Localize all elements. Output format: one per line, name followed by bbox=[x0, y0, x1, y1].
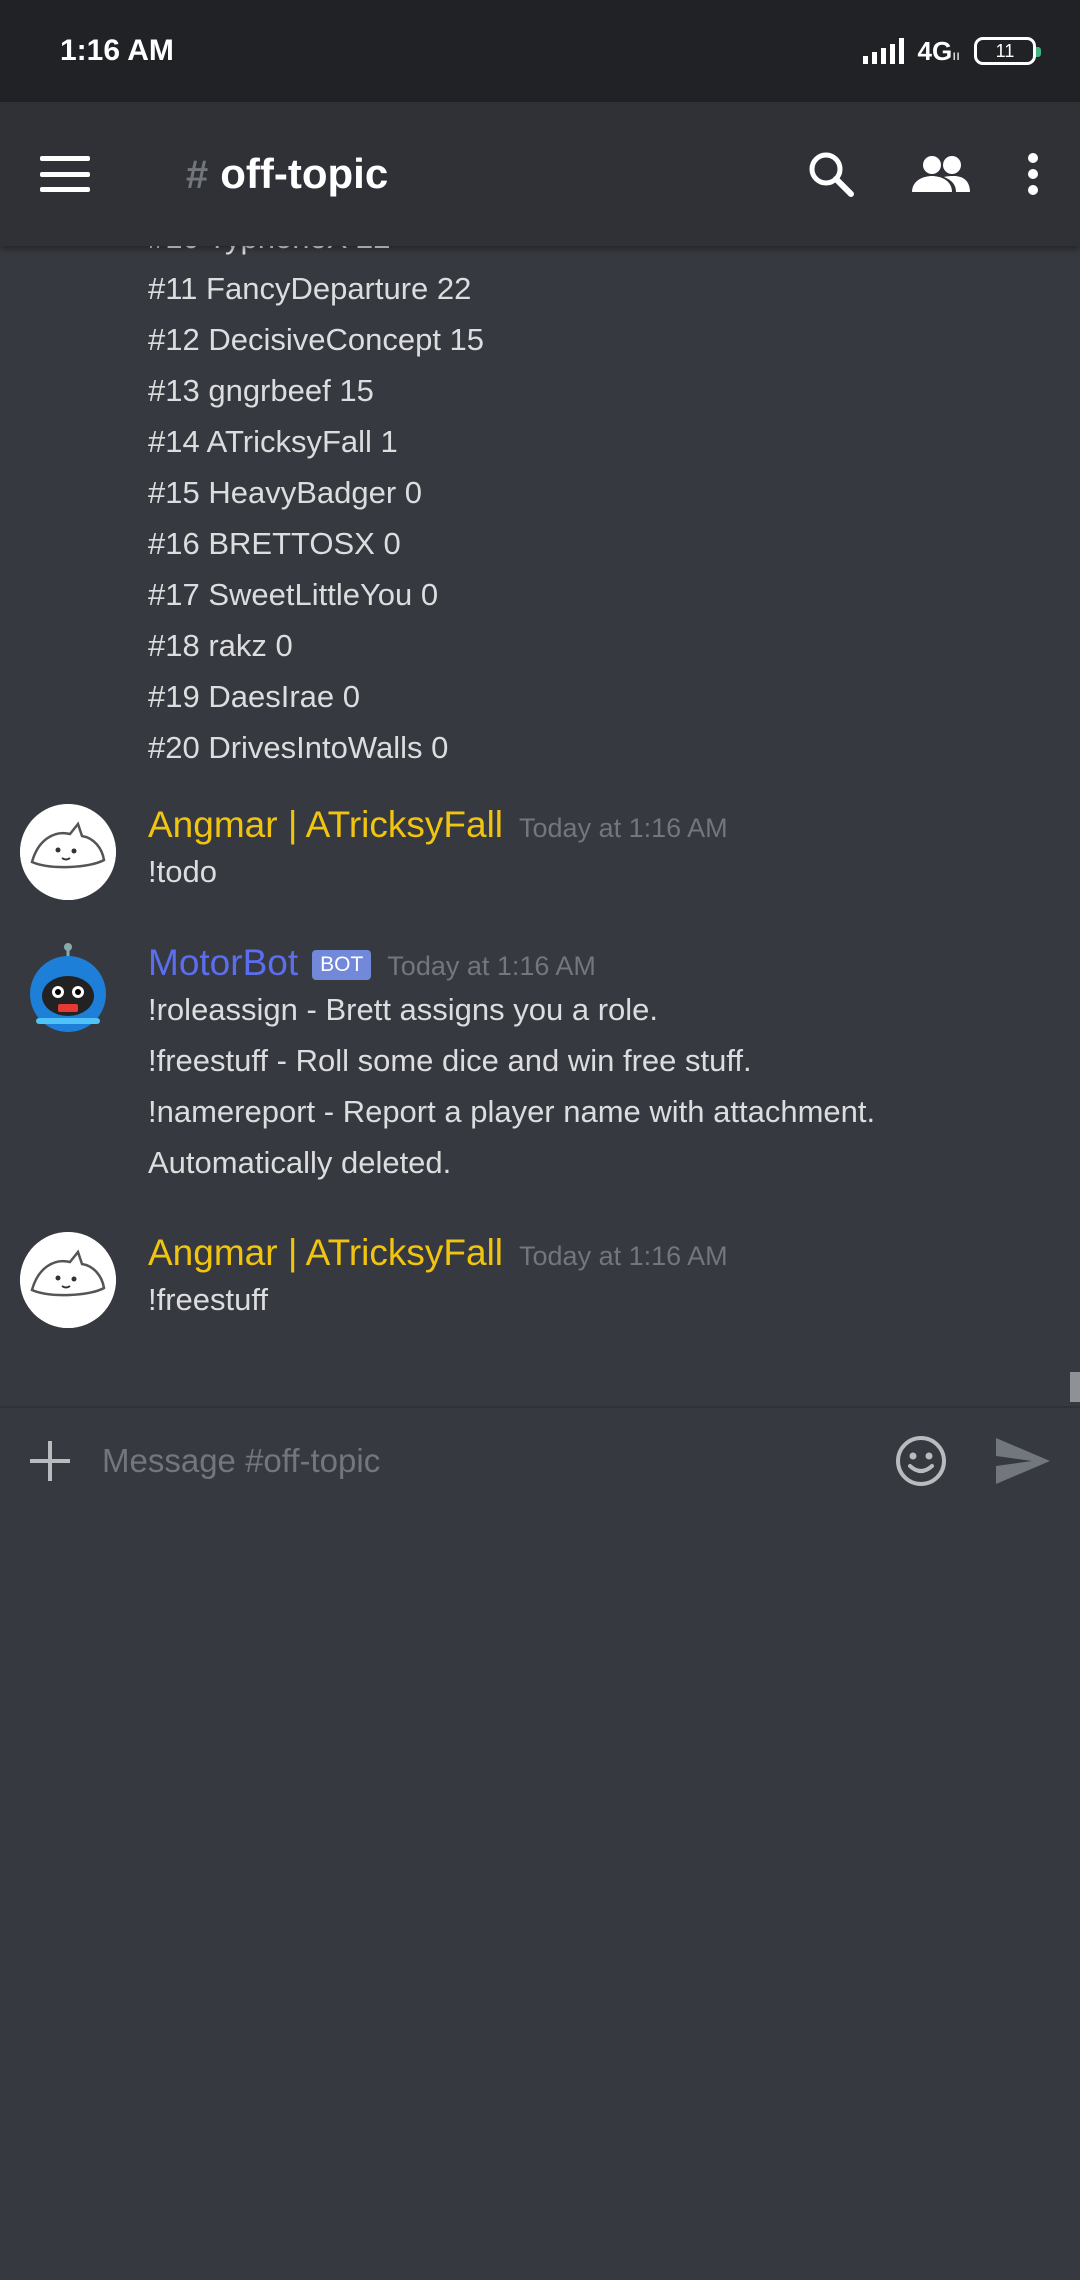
message-composer bbox=[0, 1406, 1080, 1514]
status-indicators: 4Gıı 11 bbox=[862, 35, 1041, 67]
channel-name: off-topic bbox=[220, 150, 389, 197]
channel-header: # off-topic bbox=[0, 102, 1080, 246]
status-time: 1:16 AM bbox=[60, 34, 174, 67]
hamburger-menu-icon[interactable] bbox=[40, 156, 90, 192]
channel-title: # off-topic bbox=[186, 150, 388, 198]
message-text: !roleassign - Brett assigns you a role. bbox=[148, 992, 659, 1027]
message-text: !freestuff bbox=[148, 1282, 269, 1317]
message-text: !freestuff - Roll some dice and win free… bbox=[148, 1043, 752, 1078]
bot-tag: BOT bbox=[312, 950, 372, 980]
battery-level: 11 bbox=[995, 40, 1015, 61]
leaderboard-line: #17 SweetLittleYou 0 bbox=[148, 577, 439, 612]
scrollbar-thumb[interactable] bbox=[1070, 1372, 1080, 1402]
search-icon[interactable] bbox=[806, 149, 856, 199]
username[interactable]: Angmar | ATricksyFall bbox=[148, 1232, 503, 1274]
username[interactable]: MotorBot bbox=[148, 942, 298, 984]
bot-avatar[interactable] bbox=[20, 942, 116, 1038]
signal-icon bbox=[862, 38, 904, 64]
send-icon[interactable] bbox=[994, 1436, 1052, 1486]
leaderboard-line: #10 TyphoneX 22 bbox=[148, 246, 390, 256]
members-icon[interactable] bbox=[910, 154, 972, 194]
network-type: 4Gıı bbox=[917, 35, 960, 66]
channel-hash-icon: # bbox=[186, 153, 209, 197]
leaderboard-line: #11 FancyDeparture 22 bbox=[148, 271, 472, 306]
message-list[interactable]: #10 TyphoneX 22 #11 FancyDeparture 22 #1… bbox=[0, 246, 1080, 1406]
leaderboard-line: #16 BRETTOSX 0 bbox=[148, 526, 401, 561]
leaderboard-line: #19 DaesIrae 0 bbox=[148, 679, 360, 714]
avatar[interactable] bbox=[20, 804, 116, 900]
leaderboard-line: #18 rakz 0 bbox=[148, 628, 293, 663]
username[interactable]: Angmar | ATricksyFall bbox=[148, 804, 503, 846]
leaderboard-line: #14 ATricksyFall 1 bbox=[148, 424, 398, 459]
leaderboard-line: #13 gngrbeef 15 bbox=[148, 373, 374, 408]
status-bar: 1:16 AM 4Gıı 11 bbox=[0, 0, 1080, 102]
message-text: Automatically deleted. bbox=[148, 1145, 452, 1180]
leaderboard-line: #15 HeavyBadger 0 bbox=[148, 475, 423, 510]
message-text: !todo bbox=[148, 854, 217, 889]
timestamp: Today at 1:16 AM bbox=[519, 813, 728, 843]
message-input[interactable] bbox=[102, 1442, 894, 1480]
emoji-icon[interactable] bbox=[894, 1434, 948, 1488]
plus-icon[interactable] bbox=[28, 1439, 72, 1483]
battery-icon: 11 bbox=[974, 37, 1041, 65]
leaderboard-line: #12 DecisiveConcept 15 bbox=[148, 322, 485, 357]
avatar[interactable] bbox=[20, 1232, 116, 1328]
leaderboard-line: #20 DrivesIntoWalls 0 bbox=[148, 730, 449, 765]
timestamp: Today at 1:16 AM bbox=[387, 951, 596, 981]
timestamp: Today at 1:16 AM bbox=[519, 1241, 728, 1271]
more-vertical-icon[interactable] bbox=[1026, 152, 1040, 196]
message-text: !namereport - Report a player name with … bbox=[148, 1094, 876, 1129]
